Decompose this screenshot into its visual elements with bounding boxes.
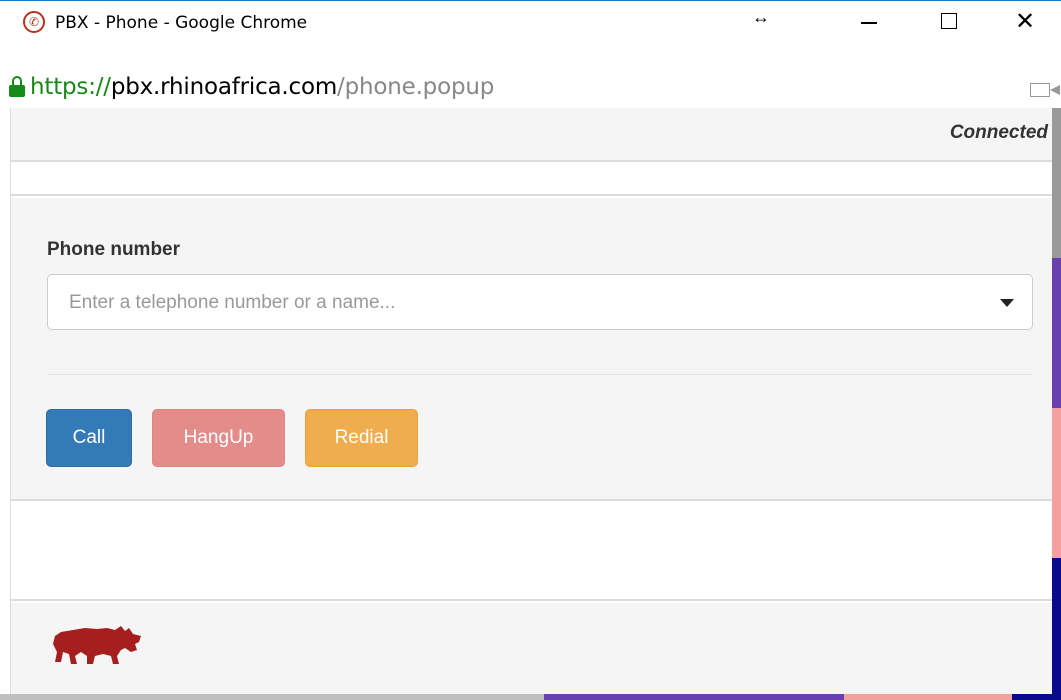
status-bar: Connected: [11, 108, 1052, 162]
redial-button[interactable]: Redial: [305, 409, 418, 467]
phone-icon: ✆: [23, 11, 45, 33]
url-scheme: https://: [30, 74, 111, 100]
phone-number-select[interactable]: Enter a telephone number or a name...: [47, 274, 1033, 330]
phone-number-placeholder: Enter a telephone number or a name...: [69, 292, 396, 313]
maximize-icon: [941, 13, 957, 29]
bottom-edge: [0, 694, 1061, 700]
title-row: ✆ PBX - Phone - Google Chrome ↔ ✕: [0, 1, 1061, 41]
url-text[interactable]: https://pbx.rhinoafrica.com/phone.popup: [30, 74, 494, 100]
rhino-logo-icon: [53, 626, 141, 664]
chevron-down-icon[interactable]: [1000, 299, 1014, 307]
lock-icon[interactable]: [9, 76, 25, 98]
address-bar[interactable]: https://pbx.rhinoafrica.com/phone.popup: [0, 74, 1061, 108]
dial-panel: Phone number Enter a telephone number or…: [11, 198, 1052, 501]
scrollbar[interactable]: [1052, 108, 1061, 700]
footer: [11, 603, 1052, 694]
divider: [47, 374, 1033, 375]
window-titlebar: ✆ PBX - Phone - Google Chrome ↔ ✕: [0, 0, 1061, 74]
url-path: /phone.popup: [337, 74, 495, 100]
close-button[interactable]: ✕: [996, 1, 1054, 41]
spacer-strip: [11, 164, 1052, 196]
minimize-button[interactable]: [840, 1, 898, 41]
close-icon: ✕: [1014, 7, 1036, 35]
camera-blocked-icon[interactable]: [1030, 81, 1061, 98]
maximize-button[interactable]: [920, 1, 978, 41]
connection-status: Connected: [949, 122, 1048, 143]
hangup-button[interactable]: HangUp: [152, 409, 285, 467]
url-host: pbx.rhinoafrica.com: [110, 74, 338, 100]
phone-number-label: Phone number: [47, 239, 181, 260]
minimize-icon: [861, 22, 877, 24]
resize-arrows-icon: ↔: [752, 7, 770, 27]
call-button[interactable]: Call: [46, 409, 132, 467]
empty-area: [11, 503, 1052, 601]
scrollbar-thumb[interactable]: [1052, 108, 1061, 258]
page-content: Connected Phone number Enter a telephone…: [10, 108, 1052, 694]
window-title: PBX - Phone - Google Chrome: [55, 13, 308, 33]
